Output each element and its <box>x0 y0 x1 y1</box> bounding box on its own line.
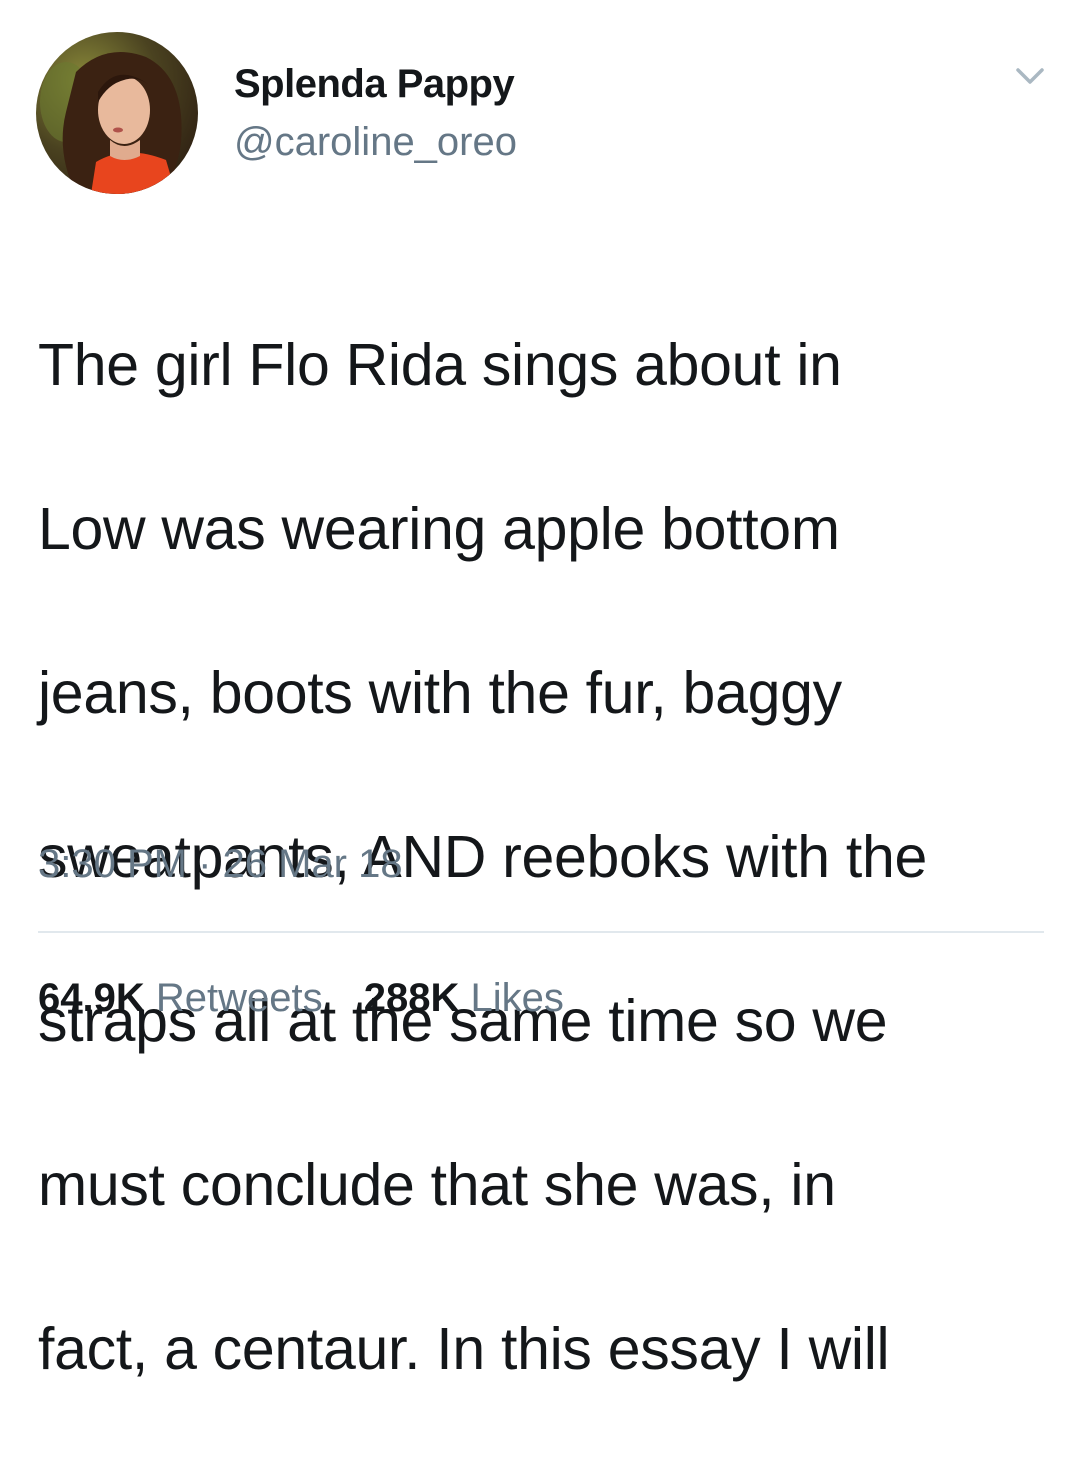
tweet-text-line: Low was wearing apple bottom <box>38 496 840 562</box>
likes-count: 288K <box>363 976 460 1020</box>
tweet-text-line: The girl Flo Rida sings about in <box>38 332 842 398</box>
retweets-label: Retweets <box>155 976 323 1020</box>
display-name[interactable]: Splenda Pappy <box>234 62 515 107</box>
tweet-stats: 64.9K Retweets 288K Likes <box>38 976 564 1021</box>
chevron-down-icon[interactable] <box>1010 60 1050 92</box>
likes-stat[interactable]: 288K Likes <box>364 976 564 1021</box>
likes-label: Likes <box>470 976 564 1020</box>
tweet-text-line: jeans, boots with the fur, baggy <box>38 660 842 726</box>
user-handle[interactable]: @caroline_oreo <box>234 120 517 165</box>
tweet-text-line: fact, a centaur. In this essay I will <box>38 1316 890 1382</box>
divider <box>38 931 1044 933</box>
retweets-stat[interactable]: 64.9K Retweets <box>38 976 323 1021</box>
tweet-card: Splenda Pappy @caroline_oreo The girl Fl… <box>0 0 1076 1382</box>
tweet-text-line: must conclude that she was, in <box>38 1152 836 1218</box>
tweet-timestamp[interactable]: 3:30 PM · 26 Mar 18 <box>38 842 403 887</box>
retweets-count: 64.9K <box>38 976 145 1020</box>
avatar[interactable] <box>36 32 198 194</box>
profile-photo <box>36 32 198 194</box>
